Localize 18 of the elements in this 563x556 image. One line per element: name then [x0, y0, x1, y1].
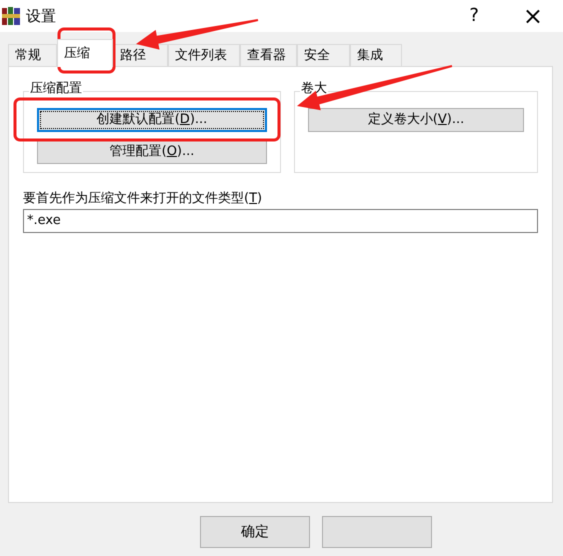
- dialog-button[interactable]: [322, 516, 432, 548]
- books-icon: [2, 6, 20, 26]
- tab[interactable]: 文件列表: [168, 44, 240, 66]
- tab[interactable]: 压缩: [57, 39, 113, 67]
- tab[interactable]: 常规: [8, 44, 57, 66]
- field-label: 要首先作为压缩文件来打开的文件类型(T): [23, 191, 262, 206]
- dialog-button[interactable]: 确定: [200, 516, 310, 548]
- dialog-button[interactable]: 管理配置(O)...: [37, 140, 267, 164]
- tab[interactable]: 集成: [350, 44, 402, 66]
- window-title: 设置: [26, 6, 56, 27]
- tab[interactable]: 安全: [297, 44, 350, 66]
- help-button[interactable]: ?: [469, 7, 479, 25]
- dialog-button[interactable]: 定义卷大小(V)...: [308, 108, 524, 132]
- tab[interactable]: 查看器: [240, 44, 297, 66]
- close-button[interactable]: ×: [522, 4, 543, 28]
- highlight-rectangle: [58, 28, 116, 74]
- dialog-button[interactable]: 创建默认配置(D)...: [37, 108, 267, 132]
- input-field[interactable]: *.exe: [23, 208, 538, 232]
